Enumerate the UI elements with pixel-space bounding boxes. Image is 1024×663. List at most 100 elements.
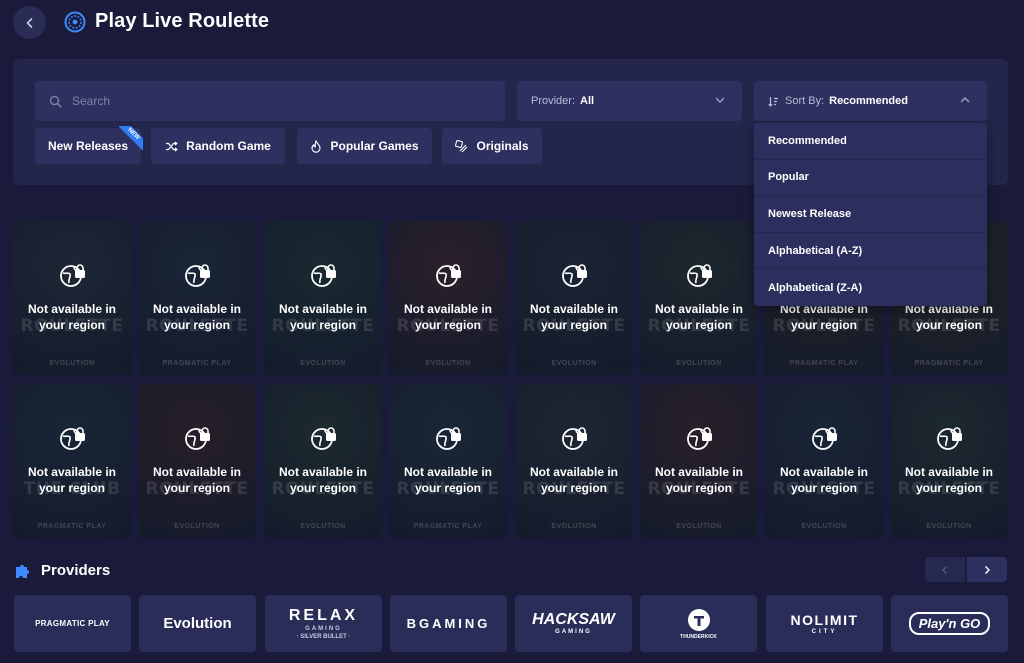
provider-logo-sub: · SILVER BULLET · [296, 633, 351, 640]
game-card[interactable]: ROULETTE EVOLUTION Not available in your re… [640, 384, 758, 538]
unavailable-message: Not available in your region [13, 464, 131, 496]
unavailable-message: Not available in your region [640, 464, 758, 496]
game-card[interactable]: ROULETTE EVOLUTION Not available in your re… [264, 384, 382, 538]
unavailable-line1: Not available in [278, 465, 368, 479]
provider-card-hacksaw[interactable]: HACKSAW GAMING [515, 595, 632, 652]
unavailable-line2: your region [665, 481, 732, 495]
provider-card-relax[interactable]: RELAX GAMING · SILVER BULLET · [265, 595, 382, 652]
unavailable-message: Not available in your region [765, 464, 883, 496]
provider-card-nolimit-city[interactable]: NOLIMIT CITY [766, 595, 883, 652]
providers-next-button[interactable] [967, 557, 1007, 582]
unavailable-line2: your region [38, 481, 105, 495]
unavailable-message: Not available in your region [640, 301, 758, 333]
provider-logo: HACKSAW [532, 611, 615, 628]
search-box[interactable] [35, 81, 505, 121]
game-provider: EVOLUTION [801, 523, 847, 530]
unavailable-message: Not available in your region [515, 464, 633, 496]
provider-logo: Play'n GO [908, 612, 991, 635]
unavailable-line1: Not available in [403, 465, 493, 479]
unavailable-message: Not available in your region [264, 301, 382, 333]
thunderkick-logo-icon [687, 608, 710, 631]
provider-label: Provider: [531, 95, 576, 107]
popular-games-label: Popular Games [330, 139, 419, 153]
sort-option-newest-release[interactable]: Newest Release [754, 196, 987, 233]
random-game-chip[interactable]: Random Game [151, 128, 285, 164]
sort-option-alphabetical-za[interactable]: Alphabetical (Z-A) [754, 269, 987, 306]
game-card[interactable]: ROULETTE EVOLUTION Not available in your re… [515, 384, 633, 538]
provider-select[interactable]: Provider: All [517, 81, 742, 121]
unavailable-message: Not available in your region [389, 301, 507, 333]
globe-lock-icon [184, 424, 212, 452]
game-card[interactable]: ROULETTE EVOLUTION Not available in your re… [515, 221, 633, 375]
game-provider: EVOLUTION [49, 360, 95, 367]
sort-option-recommended[interactable]: Recommended [754, 123, 987, 160]
provider-card-playngo[interactable]: Play'n GO [891, 595, 1008, 652]
provider-card-pragmatic-play[interactable]: PRAGMATIC PLAY [14, 595, 131, 652]
originals-chip[interactable]: Originals [442, 128, 542, 164]
unavailable-line2: your region [790, 481, 857, 495]
globe-lock-icon [59, 261, 87, 289]
unavailable-line1: Not available in [529, 302, 619, 316]
provider-logo-sub: GAMING [305, 625, 342, 632]
unavailable-line1: Not available in [779, 465, 869, 479]
sort-option-popular[interactable]: Popular [754, 160, 987, 197]
game-card[interactable]: ROULETTE EVOLUTION Not available in your re… [264, 221, 382, 375]
unavailable-line1: Not available in [152, 465, 242, 479]
sort-value: Recommended [829, 95, 908, 107]
game-card[interactable]: ROULETTE EVOLUTION Not available in your re… [13, 221, 131, 375]
globe-lock-icon [811, 424, 839, 452]
globe-lock-icon [686, 424, 714, 452]
game-card[interactable]: ROULETTE EVOLUTION Not available in your re… [389, 221, 507, 375]
chevron-left-icon [942, 565, 947, 574]
game-provider: EVOLUTION [551, 523, 597, 530]
provider-logo-sub: GAMING [555, 629, 592, 635]
sort-option-alphabetical-az[interactable]: Alphabetical (A-Z) [754, 233, 987, 270]
new-releases-label: New Releases [47, 139, 129, 153]
chevron-right-icon [985, 565, 990, 574]
game-provider: PRAGMATIC PLAY [37, 523, 107, 530]
unavailable-message: Not available in your region [389, 464, 507, 496]
globe-lock-icon [561, 424, 589, 452]
game-provider: EVOLUTION [174, 523, 220, 530]
game-provider: EVOLUTION [300, 523, 346, 530]
unavailable-line2: your region [915, 318, 982, 332]
random-game-label: Random Game [186, 139, 271, 153]
new-releases-chip[interactable]: New Releases NEW [35, 126, 143, 164]
unavailable-line1: Not available in [654, 302, 744, 316]
sort-select[interactable]: Sort By: Recommended [754, 81, 987, 121]
game-card[interactable]: ROULETTE EVOLUTION Not available in your re… [765, 384, 883, 538]
search-input[interactable] [72, 94, 472, 108]
game-card[interactable]: THE CLUB PRAGMATIC PLAY Not available in yo… [13, 384, 131, 538]
game-provider: PRAGMATIC PLAY [914, 360, 984, 367]
globe-lock-icon [59, 424, 87, 452]
globe-lock-icon [184, 261, 212, 289]
provider-logo: PRAGMATIC PLAY [35, 618, 110, 628]
game-provider: EVOLUTION [425, 360, 471, 367]
page-title: Play Live Roulette [95, 10, 270, 32]
unavailable-line2: your region [163, 481, 230, 495]
back-button[interactable] [13, 6, 46, 39]
game-card[interactable]: ROULETTE EVOLUTION Not available in your re… [890, 384, 1008, 538]
game-provider: EVOLUTION [300, 360, 346, 367]
unavailable-message: Not available in your region [138, 301, 256, 333]
provider-card-thunderkick[interactable]: THUNDERKICK [640, 595, 757, 652]
unavailable-line1: Not available in [27, 465, 117, 479]
globe-lock-icon [435, 261, 463, 289]
game-card[interactable]: ROULETTE PRAGMATIC PLAY Not available in yo… [138, 221, 256, 375]
unavailable-message: Not available in your region [890, 464, 1008, 496]
game-card[interactable]: ROULETTE EVOLUTION Not available in your re… [138, 384, 256, 538]
game-card[interactable]: ROULETTE PRAGMATIC PLAY Not available in yo… [389, 384, 507, 538]
providers-prev-button[interactable] [925, 557, 965, 582]
popular-games-chip[interactable]: Popular Games [297, 128, 432, 164]
provider-card-evolution[interactable]: Evolution [139, 595, 256, 652]
search-icon [49, 95, 62, 108]
game-provider: EVOLUTION [551, 360, 597, 367]
unavailable-line2: your region [915, 481, 982, 495]
unavailable-message: Not available in your region [515, 301, 633, 333]
provider-card-bgaming[interactable]: BGAMING [390, 595, 507, 652]
game-provider: EVOLUTION [676, 523, 722, 530]
unavailable-line2: your region [790, 318, 857, 332]
unavailable-line1: Not available in [904, 465, 994, 479]
game-card[interactable]: ROULETTE EVOLUTION Not available in your re… [640, 221, 758, 375]
unavailable-line1: Not available in [529, 465, 619, 479]
